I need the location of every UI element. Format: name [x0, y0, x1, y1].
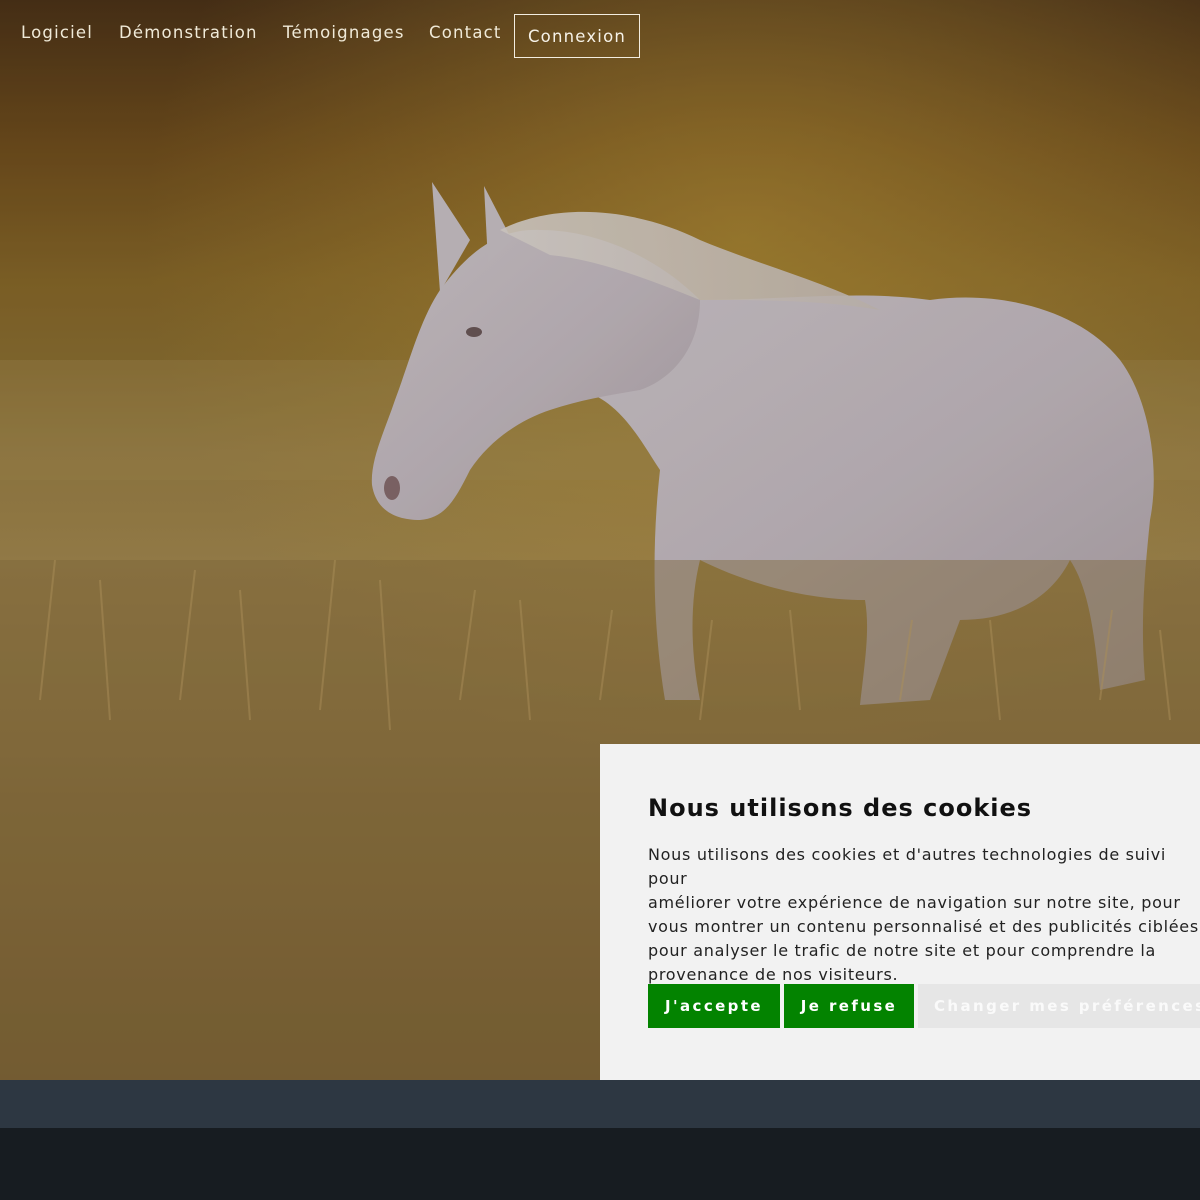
login-button[interactable]: Connexion [514, 14, 640, 58]
cookie-banner: Nous utilisons des cookies Nous utilison… [600, 744, 1200, 1080]
footer [0, 1128, 1200, 1200]
change-preferences-button[interactable]: Changer mes préférences [918, 984, 1200, 1028]
top-nav: Logiciel Démonstration Témoignages Conta… [0, 0, 1200, 72]
refuse-cookies-button[interactable]: Je refuse [784, 984, 914, 1028]
cookie-banner-title: Nous utilisons des cookies [648, 794, 1033, 822]
cookie-banner-text: Nous utilisons des cookies et d'autres t… [648, 845, 1200, 984]
hero-background: Logiciel Démonstration Témoignages Conta… [0, 0, 1200, 1080]
nav-link-contact[interactable]: Contact [429, 23, 502, 42]
nav-link-temoignages[interactable]: Témoignages [283, 23, 405, 42]
nav-link-logiciel[interactable]: Logiciel [21, 23, 93, 42]
section-strip [0, 1080, 1200, 1128]
nav-link-demonstration[interactable]: Démonstration [119, 23, 258, 42]
accept-cookies-button[interactable]: J'accepte [648, 984, 780, 1028]
